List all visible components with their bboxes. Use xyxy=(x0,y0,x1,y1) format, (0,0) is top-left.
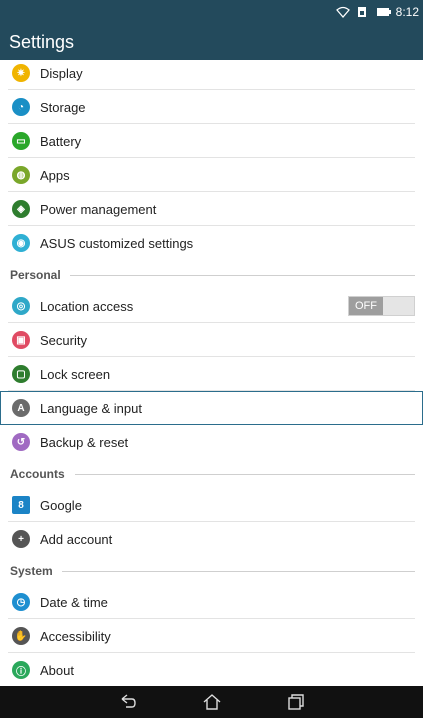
battery-settings-icon: ▭ xyxy=(12,132,30,150)
battery-icon xyxy=(376,6,391,18)
settings-item-label: Backup & reset xyxy=(40,434,129,450)
section-title: Accounts xyxy=(10,467,65,481)
sim-icon xyxy=(356,6,370,18)
settings-item-apps[interactable]: ◍ Apps xyxy=(0,158,423,192)
settings-item-label: Lock screen xyxy=(40,366,111,382)
apps-icon: ◍ xyxy=(12,166,30,184)
settings-item-add-account[interactable]: + Add account xyxy=(0,522,423,556)
settings-item-label: Display xyxy=(40,65,83,81)
page-title: Settings xyxy=(9,31,75,52)
settings-item-backup-reset[interactable]: ↺ Backup & reset xyxy=(0,425,423,459)
add-account-icon: + xyxy=(12,530,30,548)
settings-item-label: Battery xyxy=(40,133,82,149)
settings-item-language-input[interactable]: A Language & input xyxy=(0,391,423,425)
asus-settings-icon: ◉ xyxy=(12,234,30,252)
lock-screen-icon: ▢ xyxy=(12,365,30,383)
google-icon: 8 xyxy=(12,496,30,514)
settings-item-label: Location access xyxy=(40,298,134,314)
navigation-bar xyxy=(0,686,423,718)
settings-list[interactable]: ✷ Display ◔ Storage ▭ Battery ◍ Apps ◈ P… xyxy=(0,60,423,686)
power-management-icon: ◈ xyxy=(12,200,30,218)
settings-item-about[interactable]: ⓘ About xyxy=(0,653,423,686)
section-header-system: System xyxy=(0,556,423,586)
settings-item-location-access[interactable]: ◎ Location access OFF xyxy=(0,289,423,323)
backup-icon: ↺ xyxy=(12,433,30,451)
settings-item-label: ASUS customized settings xyxy=(40,235,194,251)
settings-item-label: Google xyxy=(40,497,82,513)
section-title: System xyxy=(10,564,53,578)
clock-icon: ◷ xyxy=(12,593,30,611)
about-icon: ⓘ xyxy=(12,661,30,679)
settings-item-label: Apps xyxy=(40,167,70,183)
storage-icon: ◔ xyxy=(12,98,30,116)
settings-item-battery[interactable]: ▭ Battery xyxy=(0,124,423,158)
settings-item-label: Power management xyxy=(40,201,157,217)
location-toggle[interactable]: OFF xyxy=(348,296,415,316)
settings-item-display[interactable]: ✷ Display xyxy=(0,60,423,90)
section-header-accounts: Accounts xyxy=(0,459,423,489)
settings-item-power-management[interactable]: ◈ Power management xyxy=(0,192,423,226)
security-icon: ▣ xyxy=(12,331,30,349)
settings-item-lock-screen[interactable]: ▢ Lock screen xyxy=(0,357,423,391)
settings-item-date-time[interactable]: ◷ Date & time xyxy=(0,585,423,619)
language-icon: A xyxy=(12,399,30,417)
settings-item-label: Security xyxy=(40,332,87,348)
location-icon: ◎ xyxy=(12,297,30,315)
settings-item-label: Accessibility xyxy=(40,628,111,644)
recent-apps-button[interactable] xyxy=(283,692,309,712)
settings-item-label: Date & time xyxy=(40,594,108,610)
home-button[interactable] xyxy=(199,692,225,712)
settings-item-google[interactable]: 8 Google xyxy=(0,488,423,522)
section-header-personal: Personal xyxy=(0,260,423,290)
wifi-icon xyxy=(335,6,350,18)
settings-item-storage[interactable]: ◔ Storage xyxy=(0,90,423,124)
settings-item-asus-customized[interactable]: ◉ ASUS customized settings xyxy=(0,226,423,260)
status-bar: 8:12 xyxy=(0,0,423,24)
settings-item-accessibility[interactable]: ✋ Accessibility xyxy=(0,619,423,653)
section-title: Personal xyxy=(10,268,61,282)
back-button[interactable] xyxy=(115,692,141,712)
settings-item-label: Language & input xyxy=(40,400,142,416)
settings-item-label: Storage xyxy=(40,99,86,115)
status-time: 8:12 xyxy=(395,5,419,19)
app-bar: Settings xyxy=(0,24,423,60)
toggle-state: OFF xyxy=(349,297,383,315)
settings-item-label: Add account xyxy=(40,531,113,547)
accessibility-icon: ✋ xyxy=(12,627,30,645)
settings-item-security[interactable]: ▣ Security xyxy=(0,323,423,357)
settings-item-label: About xyxy=(40,662,74,678)
display-icon: ✷ xyxy=(12,64,30,82)
